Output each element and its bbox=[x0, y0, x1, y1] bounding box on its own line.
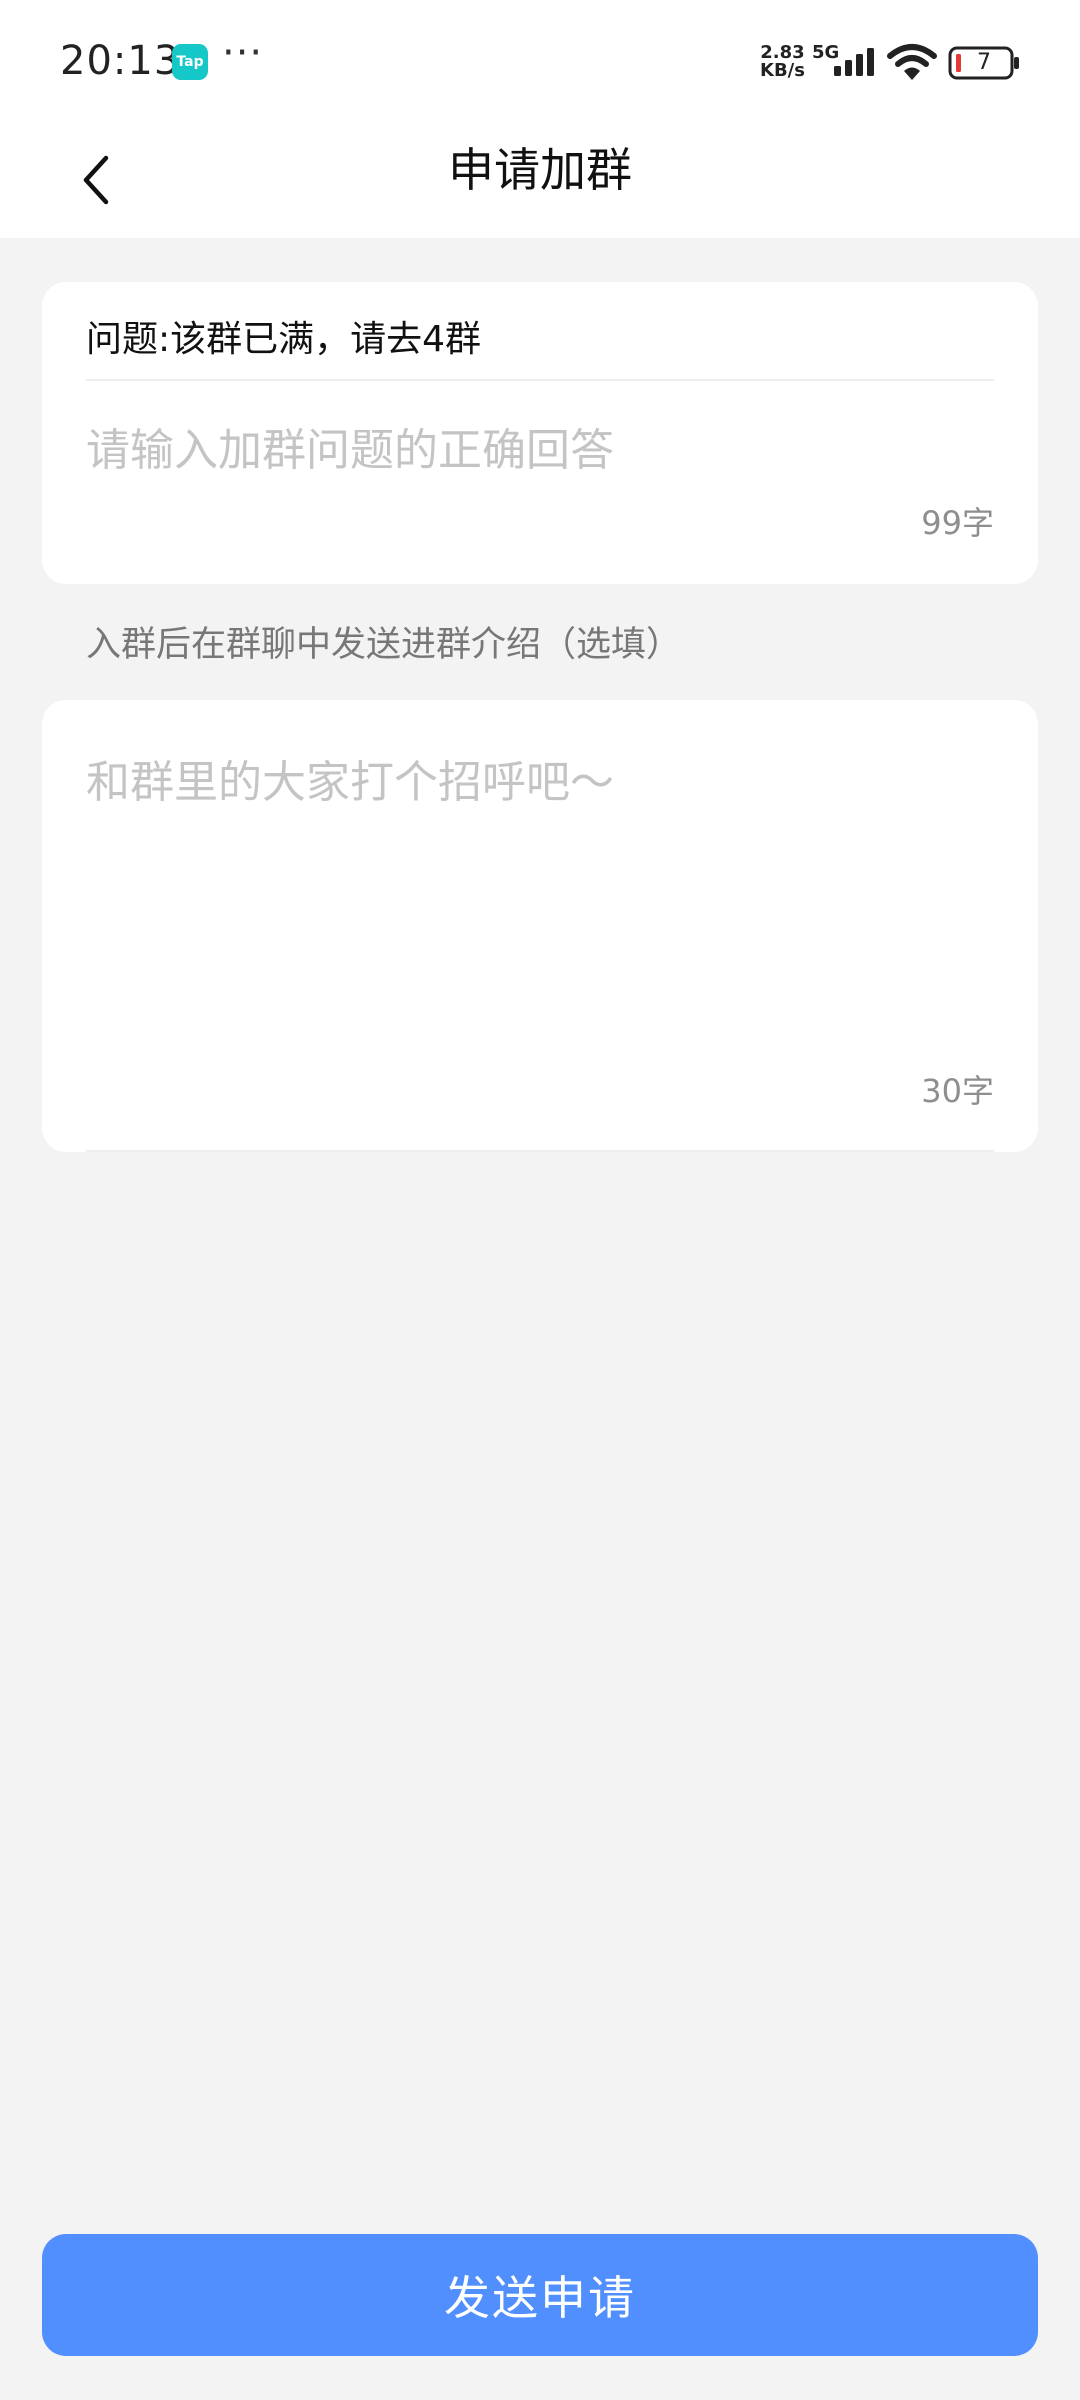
app-header: 申请加群 bbox=[0, 120, 1080, 238]
send-request-button[interactable]: 发送申请 bbox=[42, 2234, 1038, 2356]
status-time: 20:13 bbox=[60, 38, 181, 84]
divider bbox=[86, 1150, 994, 1152]
network-speed: 2.83 KB/s bbox=[760, 44, 805, 80]
signal-icon bbox=[834, 48, 874, 76]
answer-char-counter: 99字 bbox=[921, 504, 994, 542]
wifi-icon bbox=[887, 44, 937, 80]
network-speed-unit: KB/s bbox=[760, 60, 805, 81]
tap-app-icon: Tap bbox=[172, 44, 208, 80]
intro-section-label: 入群后在群聊中发送进群介绍（选填） bbox=[86, 625, 682, 665]
answer-input[interactable] bbox=[86, 420, 986, 480]
group-question: 问题:该群已满，请去4群 bbox=[86, 319, 482, 360]
back-button[interactable] bbox=[60, 144, 132, 216]
more-notifications-icon: ··· bbox=[222, 30, 264, 76]
status-bar: 20:13 Tap ··· 2.83 KB/s 5G 7 bbox=[0, 0, 1080, 120]
page-title: 申请加群 bbox=[448, 143, 632, 197]
intro-textarea[interactable] bbox=[86, 746, 986, 996]
chevron-left-icon bbox=[83, 155, 109, 205]
divider bbox=[86, 379, 994, 381]
intro-char-counter: 30字 bbox=[921, 1072, 994, 1110]
battery-level: 7 bbox=[977, 50, 991, 75]
question-card: 问题:该群已满，请去4群 99字 bbox=[42, 282, 1038, 584]
intro-card: 30字 bbox=[42, 700, 1038, 1152]
